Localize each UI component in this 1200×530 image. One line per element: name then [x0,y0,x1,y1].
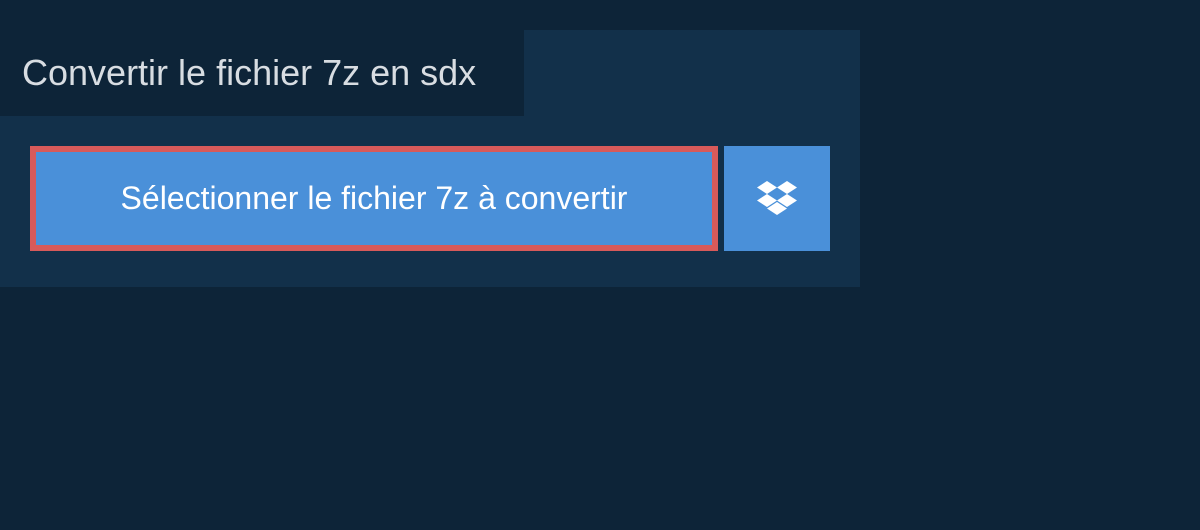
converter-panel: Convertir le fichier 7z en sdx Sélection… [0,30,860,287]
select-file-label: Sélectionner le fichier 7z à convertir [121,180,628,217]
button-row: Sélectionner le fichier 7z à convertir [0,116,860,287]
page-title: Convertir le fichier 7z en sdx [0,30,524,116]
select-file-button[interactable]: Sélectionner le fichier 7z à convertir [30,146,718,251]
dropbox-icon [757,181,797,217]
dropbox-button[interactable] [724,146,830,251]
